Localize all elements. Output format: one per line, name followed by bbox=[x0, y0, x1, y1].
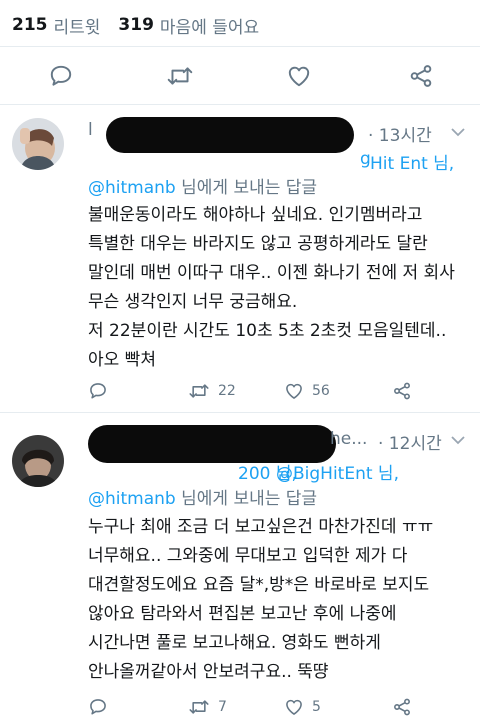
share-icon bbox=[394, 382, 410, 400]
retweet-button[interactable] bbox=[166, 63, 194, 89]
main-action-bar bbox=[0, 57, 480, 97]
chevron-down-icon bbox=[451, 128, 465, 137]
tweet-body: 누구나 최애 조금 더 보고싶은건 마찬가진데 ㅠㅠ 너무해요.. 그와중에 무… bbox=[88, 517, 434, 682]
author-name[interactable]: l bbox=[88, 120, 93, 140]
reply-to-line: @hitmanb 님에게 보내는 답글 bbox=[88, 173, 317, 198]
retweets-count[interactable]: 215 bbox=[12, 15, 48, 35]
like-button[interactable] bbox=[286, 63, 312, 89]
retweet-count: 7 bbox=[218, 699, 227, 715]
retweets-label[interactable]: 리트윗 bbox=[54, 13, 101, 38]
like-button[interactable]: 56 bbox=[284, 381, 330, 401]
reply-button[interactable] bbox=[48, 63, 74, 89]
avatar[interactable] bbox=[12, 435, 64, 487]
retweet-icon bbox=[189, 700, 209, 714]
likes-label[interactable]: 마음에 들어요 bbox=[160, 13, 259, 38]
divider bbox=[0, 46, 480, 47]
like-count: 5 bbox=[312, 699, 321, 715]
reply-icon bbox=[90, 699, 106, 715]
share-icon bbox=[410, 65, 432, 87]
mention-hitmanb[interactable]: @hitmanb bbox=[88, 489, 176, 509]
retweet-icon bbox=[189, 384, 209, 398]
redacted-author bbox=[106, 117, 354, 153]
reply-icon bbox=[90, 383, 106, 399]
mention-bighit[interactable]: Hit Ent 님, bbox=[370, 149, 454, 174]
more-options-button[interactable] bbox=[450, 123, 466, 142]
share-button[interactable] bbox=[392, 381, 412, 401]
tweet-time[interactable]: · 13시간 bbox=[368, 121, 432, 146]
like-count: 56 bbox=[312, 383, 330, 399]
retweet-button[interactable]: 7 bbox=[188, 697, 227, 717]
retweet-count: 22 bbox=[218, 383, 236, 399]
reply-button[interactable] bbox=[88, 697, 108, 717]
tweet-body: 불매운동이라도 해야하나 싶네요. 인기멤버라고 특별한 대우는 바라지도 않고… bbox=[88, 205, 455, 370]
like-button[interactable]: 5 bbox=[284, 697, 321, 717]
share-button[interactable] bbox=[408, 63, 434, 89]
likes-count[interactable]: 319 bbox=[118, 15, 154, 35]
avatar[interactable] bbox=[12, 118, 64, 170]
reply-icon bbox=[50, 65, 72, 86]
redacted-author bbox=[88, 425, 336, 463]
tweet-time[interactable]: · 12시간 bbox=[378, 429, 442, 454]
mention-hitmanb[interactable]: @hitmanb bbox=[88, 178, 176, 198]
heart-icon bbox=[286, 699, 302, 715]
author-name[interactable]: he... bbox=[330, 429, 367, 449]
share-button[interactable] bbox=[392, 697, 412, 717]
heart-icon bbox=[288, 66, 310, 87]
reply-tweet[interactable]: he... · 12시간 200 님, @BigHitEnt 님, @hitma… bbox=[0, 413, 480, 727]
reply-to-line: @hitmanb 님에게 보내는 답글 bbox=[88, 484, 317, 509]
chevron-down-icon bbox=[451, 436, 465, 445]
retweet-icon bbox=[167, 67, 193, 85]
heart-icon bbox=[286, 383, 302, 399]
mention-bighit[interactable]: @BigHitEnt 님, bbox=[276, 459, 399, 484]
mention-suffix: 님에게 보내는 답글 bbox=[181, 178, 318, 198]
engagement-stats: 215 리트윗 319 마음에 들어요 bbox=[12, 10, 271, 40]
retweet-button[interactable]: 22 bbox=[188, 381, 236, 401]
more-options-button[interactable] bbox=[450, 431, 466, 450]
mention-suffix: 님에게 보내는 답글 bbox=[181, 489, 318, 509]
reply-tweet[interactable]: l · 13시간 g Hit Ent 님, @hitmanb 님에게 보내는 답… bbox=[0, 105, 480, 409]
reply-button[interactable] bbox=[88, 381, 108, 401]
share-icon bbox=[394, 698, 410, 716]
